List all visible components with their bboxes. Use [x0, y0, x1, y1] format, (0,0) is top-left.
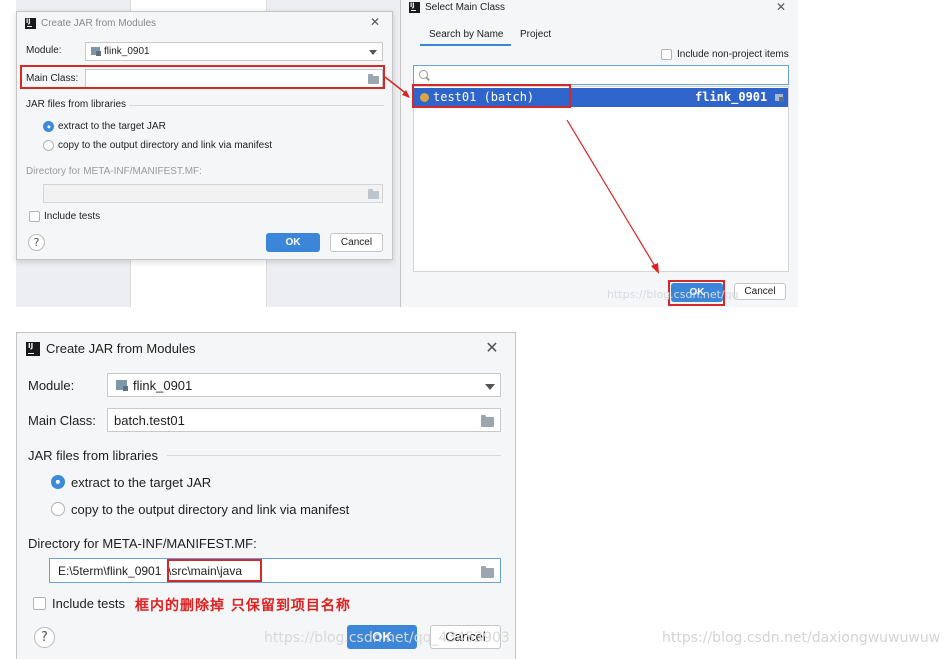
arrow-to-ok — [566, 119, 657, 269]
manifest-dir-label: Directory for META-INF/MANIFEST.MF: — [28, 536, 257, 551]
help-icon[interactable]: ? — [34, 627, 55, 648]
arrow-to-ok-head — [651, 263, 659, 274]
main-class-value: batch.test01 — [114, 413, 185, 428]
watermark-bottom-right: https://blog.csdn.net/daxiongwuwuwuw — [662, 630, 941, 646]
intellij-logo-icon: IJ — [26, 342, 40, 356]
include-tests-checkbox[interactable] — [33, 597, 46, 610]
manifest-dir-input[interactable]: E:\5term\flink_0901 \src\main\java — [49, 558, 501, 583]
watermark-bottom-middle: https://blog.csdn.net/qq_43453903 — [264, 630, 510, 646]
include-tests-label: Include tests — [52, 596, 125, 611]
folder-icon[interactable] — [481, 415, 494, 427]
annotation-arrows — [384, 76, 659, 274]
watermark-top: https://blog.csdn.net/qq — [607, 288, 739, 301]
module-icon — [116, 380, 128, 391]
main-class-label: Main Class: — [28, 413, 96, 428]
radio-copy[interactable] — [51, 502, 65, 516]
manifest-dir-prefix: E:\5term\flink_0901 — [58, 564, 162, 578]
dropdown-caret-icon — [485, 384, 495, 390]
close-icon[interactable]: ✕ — [483, 338, 501, 357]
folder-icon[interactable] — [481, 566, 494, 578]
path-highlight — [167, 559, 262, 582]
create-jar-dialog-large: IJ Create JAR from Modules ✕ Module: fli… — [16, 332, 516, 659]
main-class-input[interactable]: batch.test01 — [107, 408, 501, 432]
module-value: flink_0901 — [133, 378, 193, 393]
annotation-text: 框内的删除掉 只保留到项目名称 — [135, 598, 351, 614]
jar-section-label: JAR files from libraries — [28, 448, 159, 463]
radio-copy-label: copy to the output directory and link vi… — [71, 502, 350, 517]
radio-extract[interactable] — [51, 475, 65, 489]
radio-extract-label: extract to the target JAR — [71, 475, 212, 490]
module-label: Module: — [28, 378, 75, 393]
section-separator — [167, 455, 501, 456]
dialog-title: Create JAR from Modules — [46, 341, 196, 356]
module-select[interactable]: flink_0901 — [107, 373, 501, 397]
